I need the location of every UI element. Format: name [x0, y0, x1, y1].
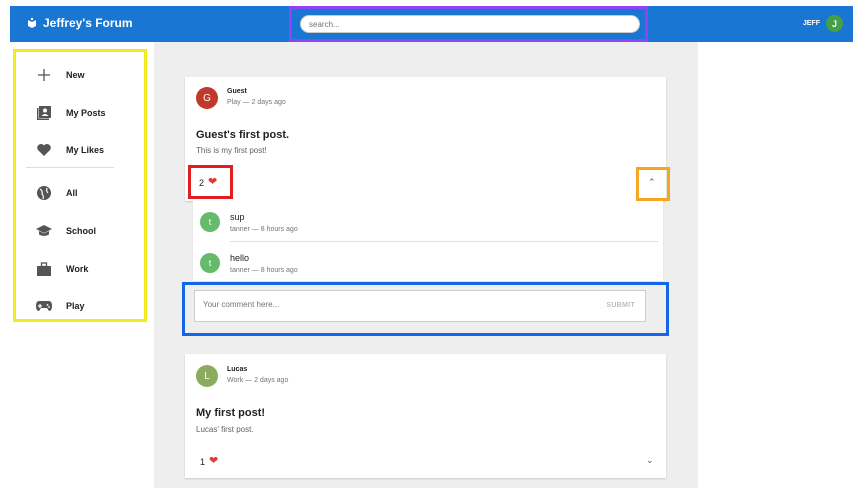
post-title[interactable]: Guest's first post.: [196, 129, 289, 141]
collapse-highlight: ⌃: [636, 167, 670, 201]
app-title: Jeffrey's Forum: [43, 16, 133, 30]
briefcase-icon: [34, 260, 54, 278]
app-brand[interactable]: Jeffrey's Forum: [26, 16, 133, 30]
comment-input[interactable]: [203, 300, 563, 309]
app-bar: Jeffrey's Forum JEFF J: [10, 6, 853, 42]
sidebar: New My Posts My Likes All School Work Pl…: [13, 49, 147, 322]
sidebar-item-label: School: [66, 226, 97, 236]
globe-icon: [34, 184, 54, 202]
sidebar-item-label: My Posts: [66, 108, 106, 118]
comments-list: t sup tanner — 8 hours ago t hello tanne…: [193, 201, 663, 281]
post-author[interactable]: Guest: [227, 88, 247, 95]
like-count: 1: [200, 456, 206, 467]
comment-avatar: t: [200, 212, 220, 232]
school-icon: [34, 222, 54, 240]
comment-item: t sup tanner — 8 hours ago: [193, 201, 663, 242]
post-body: This is my first post!: [196, 146, 267, 155]
post-author[interactable]: Lucas: [227, 366, 247, 373]
chevron-down-icon[interactable]: ⌄: [646, 455, 654, 466]
sidebar-item-play[interactable]: Play: [16, 291, 144, 321]
user-avatar[interactable]: J: [826, 15, 843, 32]
sidebar-item-label: Play: [66, 301, 85, 311]
sidebar-item-label: All: [66, 188, 78, 198]
sidebar-item-label: New: [66, 70, 85, 80]
sidebar-item-all[interactable]: All: [16, 178, 144, 208]
post-author-avatar: G: [196, 87, 218, 109]
comment-text: sup: [230, 212, 245, 222]
post-author-avatar: L: [196, 365, 218, 387]
gamepad-icon: [34, 297, 54, 315]
forum-logo-icon: [28, 18, 36, 28]
sidebar-item-label: My Likes: [66, 145, 105, 155]
comment-item: t hello tanner — 8 hours ago: [193, 242, 663, 282]
sidebar-item-school[interactable]: School: [16, 216, 144, 246]
like-count: 2: [199, 177, 205, 188]
sidebar-item-new[interactable]: New: [16, 60, 144, 90]
comment-meta: tanner — 8 hours ago: [230, 226, 298, 233]
heart-icon: [34, 141, 54, 159]
post-title[interactable]: My first post!: [196, 407, 265, 419]
submit-button[interactable]: SUBMIT: [606, 302, 635, 309]
search-highlight: [289, 6, 648, 42]
sidebar-item-my-likes[interactable]: My Likes: [16, 135, 144, 165]
user-menu[interactable]: JEFF J: [803, 15, 843, 32]
post-card: L Lucas Work — 2 days ago My first post!…: [185, 354, 666, 478]
comment-text: hello: [230, 253, 250, 263]
sidebar-item-label: Work: [66, 264, 89, 274]
heart-icon[interactable]: ❤: [208, 177, 217, 188]
like-button[interactable]: 2 ❤: [199, 177, 217, 188]
posts-icon: [34, 104, 54, 122]
like-button[interactable]: 1 ❤: [200, 456, 218, 467]
sidebar-item-work[interactable]: Work: [16, 254, 144, 284]
post-body: Lucas' first post.: [196, 425, 254, 434]
user-name: JEFF: [802, 20, 820, 27]
chevron-up-icon[interactable]: ⌃: [648, 177, 656, 188]
search-input[interactable]: [300, 15, 640, 33]
comment-meta: tanner — 8 hours ago: [230, 267, 298, 274]
comment-form: SUBMIT: [194, 290, 646, 322]
likes-highlight: 2 ❤: [188, 165, 233, 199]
post-card: G Guest Play — 2 days ago Guest's first …: [185, 77, 666, 201]
heart-icon[interactable]: ❤: [209, 456, 218, 467]
post-meta: Play — 2 days ago: [227, 99, 286, 106]
sidebar-item-my-posts[interactable]: My Posts: [16, 98, 144, 128]
sidebar-divider: [26, 167, 114, 168]
post-meta: Work — 2 days ago: [227, 377, 289, 384]
comment-avatar: t: [200, 253, 220, 273]
plus-icon: [34, 66, 54, 84]
